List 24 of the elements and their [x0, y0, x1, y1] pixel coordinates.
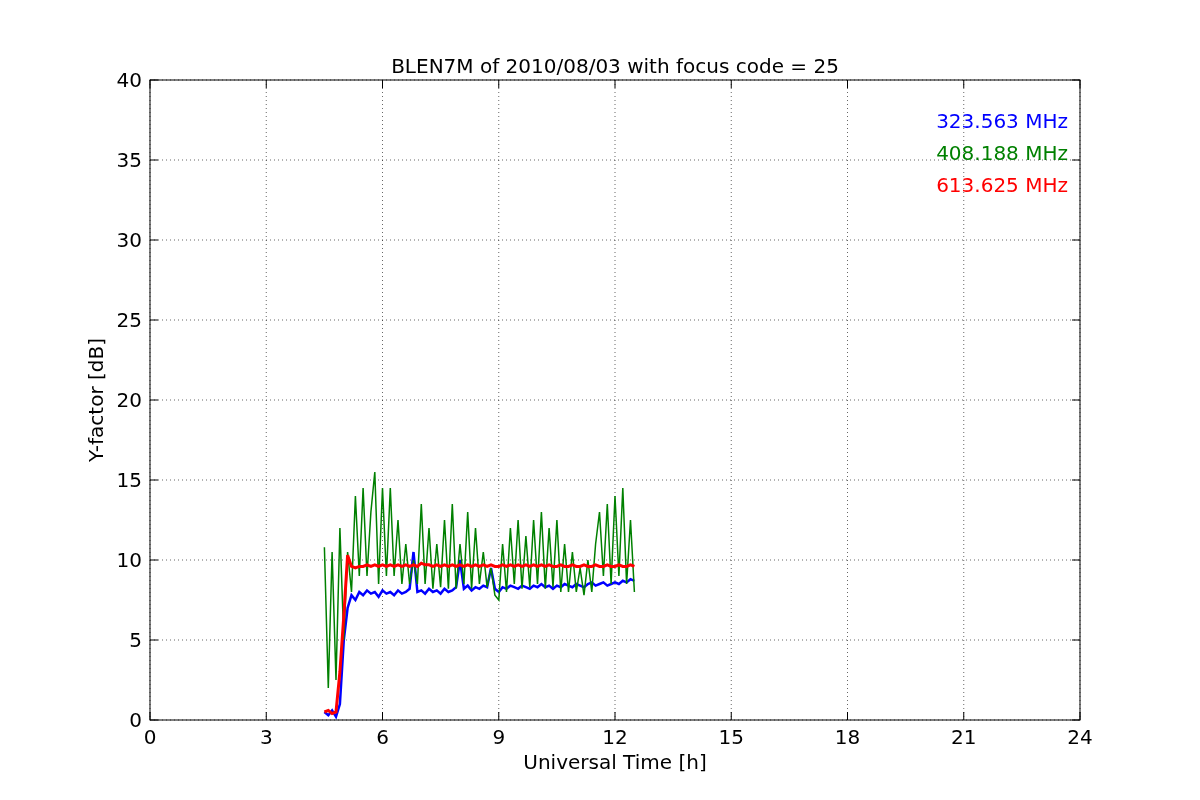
- x-tick-label: 3: [259, 725, 273, 749]
- x-tick-label: 0: [143, 725, 157, 749]
- x-tick-label: 21: [951, 725, 977, 749]
- x-tick-label: 12: [602, 725, 628, 749]
- legend-label: 613.625 MHz: [936, 173, 1068, 197]
- y-tick-label: 25: [116, 308, 142, 332]
- x-tick-label: 15: [718, 725, 744, 749]
- x-tick-label: 24: [1067, 725, 1093, 749]
- legend-label: 408.188 MHz: [936, 141, 1068, 165]
- x-tick-label: 9: [492, 725, 506, 749]
- y-tick-label: 15: [116, 468, 142, 492]
- x-tick-label: 6: [376, 725, 389, 749]
- y-tick-label: 20: [116, 388, 142, 412]
- y-tick-label: 40: [116, 68, 142, 92]
- y-tick-label: 30: [116, 228, 142, 252]
- y-tick-label: 35: [116, 148, 142, 172]
- y-tick-label: 0: [129, 708, 142, 732]
- y-tick-label: 5: [129, 628, 142, 652]
- legend-label: 323.563 MHz: [936, 109, 1068, 133]
- x-axis-label: Universal Time [h]: [523, 750, 707, 774]
- chart-title: BLEN7M of 2010/08/03 with focus code = 25: [391, 54, 839, 78]
- y-tick-label: 10: [116, 548, 142, 572]
- x-tick-label: 18: [834, 725, 861, 749]
- y-axis-label: Y-factor [dB]: [84, 338, 108, 462]
